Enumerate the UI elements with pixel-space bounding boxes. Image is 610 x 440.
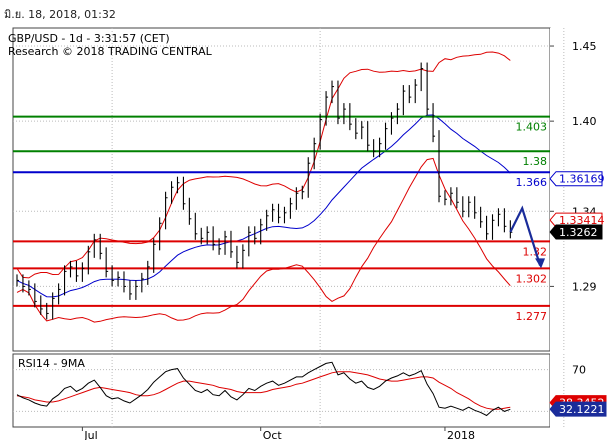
rsi-label: RSI14 - 9MA	[18, 357, 85, 370]
chart-subtitle: Research © 2018 TRADING CENTRAL	[8, 45, 213, 58]
x-tick-label: 2018	[447, 429, 475, 440]
price-chart: 1.291.341.401.45JulOct2018Apr 1.4031.381…	[8, 27, 610, 440]
rsi-panel	[12, 353, 551, 428]
y-tick-label: 1.29	[572, 280, 597, 293]
rsi-tag-label: 32.1221	[559, 403, 605, 416]
x-tick-label: Oct	[263, 429, 283, 440]
price-tag-label: 1.3262	[559, 226, 598, 239]
price-tag-label: 1.36169	[559, 173, 605, 186]
level-label: 1.302	[516, 272, 548, 285]
x-tick-label: Jul	[83, 429, 97, 440]
chart-symbol: GBP/USD	[8, 32, 58, 45]
level-label: 1.403	[516, 121, 548, 134]
chart-interval: 1d	[69, 32, 83, 45]
timestamp: มิ.ย. 18, 2018, 01:32	[4, 8, 116, 21]
level-label: 1.38	[523, 155, 548, 168]
level-label: 1.277	[516, 310, 548, 323]
price-panel	[12, 27, 551, 352]
chart-time: 3:31:57 (CET)	[94, 32, 170, 45]
y-tick-label: 1.40	[572, 115, 597, 128]
rsi-tick-label: 70	[572, 364, 586, 377]
chart-title: GBP/USD - 1d - 3:31:57 (CET)	[8, 32, 170, 45]
level-label: 1.366	[516, 176, 548, 189]
y-tick-label: 1.45	[572, 40, 597, 53]
title-bar: มิ.ย. 18, 2018, 01:32	[0, 0, 610, 22]
